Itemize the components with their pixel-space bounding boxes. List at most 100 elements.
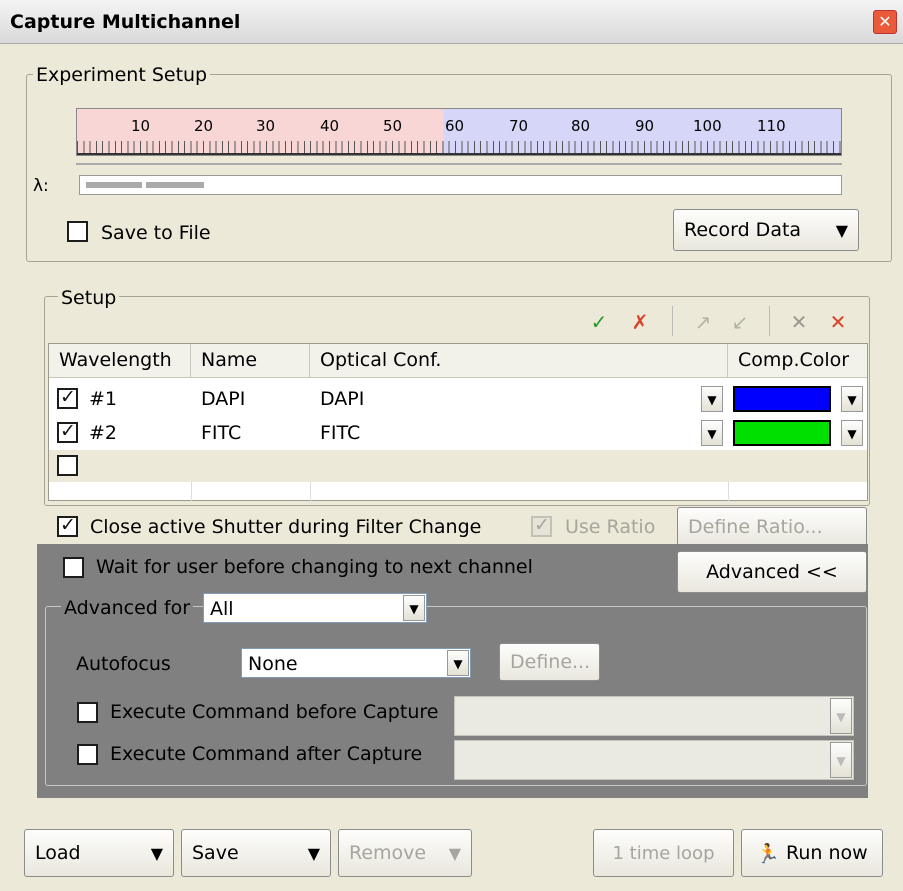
record-data-label: Record Data xyxy=(684,219,802,241)
ruler-tick-label: 10 xyxy=(131,117,151,135)
move-up-icon[interactable]: ↗ xyxy=(690,310,716,334)
table-header: Wavelength Name Optical Conf. Comp.Color xyxy=(49,344,867,378)
autofocus-value: None xyxy=(248,653,298,675)
row-checkbox[interactable] xyxy=(57,386,78,409)
column-divider xyxy=(310,482,311,502)
advanced-toggle-label: Advanced << xyxy=(706,561,838,583)
wavelength-ruler[interactable]: 10 20 30 40 50 60 70 80 90 100 110 xyxy=(76,108,842,156)
optical-conf-dropdown[interactable]: ▼ xyxy=(697,419,723,449)
exec-after-label: Execute Command after Capture xyxy=(110,743,423,765)
exec-after-checkbox[interactable] xyxy=(77,744,98,765)
title-bar[interactable]: Capture Multichannel ✕ xyxy=(0,0,903,44)
column-divider xyxy=(191,482,192,502)
define-ratio-label: Define Ratio... xyxy=(688,516,823,538)
color-swatch[interactable] xyxy=(733,386,831,412)
define-ratio-button[interactable]: Define Ratio... xyxy=(677,507,867,547)
record-data-button[interactable]: Record Data ▼ xyxy=(673,209,859,251)
lambda-segment xyxy=(86,182,142,188)
dropdown-arrow-icon: ▼ xyxy=(403,595,425,621)
channels-table: Wavelength Name Optical Conf. Comp.Color… xyxy=(48,343,868,502)
table-row[interactable]: #1 DAPI DAPI ▼ ▼ xyxy=(49,382,867,416)
color-dropdown[interactable]: ▼ xyxy=(835,385,863,415)
dropdown-arrow-icon: ▼ xyxy=(701,420,723,446)
wait-user-label: Wait for user before changing to next ch… xyxy=(96,556,533,578)
column-divider xyxy=(728,482,729,502)
delete-icon[interactable]: ✕ xyxy=(786,310,812,334)
caret-down-icon: ▼ xyxy=(448,843,461,863)
move-down-icon[interactable]: ↙ xyxy=(727,310,753,334)
ruler-tick-label: 60 xyxy=(445,117,465,135)
advanced-for-label: Advanced for xyxy=(61,597,194,619)
experiment-setup-legend: Experiment Setup xyxy=(33,64,211,86)
window-title: Capture Multichannel xyxy=(10,11,241,33)
use-ratio-checkbox[interactable] xyxy=(531,514,552,537)
delete-all-icon[interactable]: ✕ xyxy=(825,310,851,334)
color-swatch[interactable] xyxy=(733,420,831,446)
divider xyxy=(76,163,842,165)
load-button[interactable]: Load ▼ xyxy=(24,829,174,877)
lambda-label: λ: xyxy=(33,176,49,196)
time-loop-button[interactable]: 1 time loop xyxy=(593,829,734,877)
capture-multichannel-window: Capture Multichannel ✕ Experiment Setup … xyxy=(0,0,903,891)
autofocus-label: Autofocus xyxy=(76,653,171,675)
exec-before-label: Execute Command before Capture xyxy=(110,701,439,723)
uncheck-all-icon[interactable]: ✗ xyxy=(627,310,653,334)
column-header-comp-color[interactable]: Comp.Color xyxy=(728,344,869,377)
lambda-bar[interactable] xyxy=(79,175,842,195)
run-now-button[interactable]: 🏃 Run now xyxy=(741,829,883,877)
caret-down-icon: ▼ xyxy=(835,220,848,240)
close-icon[interactable]: ✕ xyxy=(873,10,897,34)
dropdown-arrow-icon: ▼ xyxy=(841,420,863,446)
table-row-empty[interactable] xyxy=(49,450,867,482)
exec-before-select[interactable]: ▼ xyxy=(454,696,854,736)
dropdown-arrow-icon: ▼ xyxy=(830,742,852,778)
row-optical-conf: FITC xyxy=(320,422,361,444)
ruler-tick-label: 30 xyxy=(256,117,276,135)
caret-down-icon: ▼ xyxy=(307,843,320,863)
color-dropdown[interactable]: ▼ xyxy=(835,419,863,449)
caret-down-icon: ▼ xyxy=(150,843,163,863)
toolbar-separator xyxy=(672,306,673,336)
row-checkbox[interactable] xyxy=(57,420,78,443)
advanced-for-select[interactable]: All ▼ xyxy=(203,593,427,623)
row-checkbox[interactable] xyxy=(57,455,78,476)
ruler-tick-label: 40 xyxy=(320,117,340,135)
save-label: Save xyxy=(192,842,239,864)
column-header-optical-conf[interactable]: Optical Conf. xyxy=(310,344,728,377)
table-row[interactable]: #2 FITC FITC ▼ ▼ xyxy=(49,416,867,450)
row-wavelength: #1 xyxy=(89,388,118,410)
ruler-baseline xyxy=(77,153,841,155)
column-header-wavelength[interactable]: Wavelength xyxy=(49,344,191,377)
ruler-tick-label: 80 xyxy=(571,117,591,135)
wait-user-checkbox[interactable] xyxy=(63,557,84,578)
ruler-tick-label: 50 xyxy=(383,117,403,135)
remove-button[interactable]: Remove ▼ xyxy=(338,829,472,877)
use-ratio-label: Use Ratio xyxy=(565,516,656,538)
close-shutter-checkbox[interactable] xyxy=(57,514,78,537)
save-to-file-checkbox[interactable] xyxy=(67,221,88,242)
remove-label: Remove xyxy=(349,842,427,864)
setup-legend: Setup xyxy=(58,287,120,309)
exec-before-checkbox[interactable] xyxy=(77,702,98,723)
column-header-name[interactable]: Name xyxy=(191,344,310,377)
autofocus-select[interactable]: None ▼ xyxy=(241,648,471,678)
row-name: FITC xyxy=(201,422,242,444)
close-shutter-label: Close active Shutter during Filter Chang… xyxy=(90,516,482,538)
row-optical-conf: DAPI xyxy=(320,388,365,410)
define-autofocus-button[interactable]: Define... xyxy=(499,643,600,681)
ruler-tick-label: 20 xyxy=(194,117,214,135)
time-loop-label: 1 time loop xyxy=(612,842,715,864)
ruler-tick-label: 70 xyxy=(509,117,529,135)
advanced-toggle-button[interactable]: Advanced << xyxy=(677,551,867,593)
advanced-for-value: All xyxy=(210,598,234,620)
toolbar-separator xyxy=(769,306,770,336)
dropdown-arrow-icon: ▼ xyxy=(701,386,723,412)
define-autofocus-label: Define... xyxy=(510,651,591,673)
save-button[interactable]: Save ▼ xyxy=(181,829,331,877)
optical-conf-dropdown[interactable]: ▼ xyxy=(697,385,723,415)
ruler-tick-label: 100 xyxy=(693,117,722,135)
check-all-icon[interactable]: ✓ xyxy=(586,310,612,334)
ruler-tick-label: 90 xyxy=(635,117,655,135)
exec-after-select[interactable]: ▼ xyxy=(454,740,854,780)
dropdown-arrow-icon: ▼ xyxy=(830,698,852,734)
